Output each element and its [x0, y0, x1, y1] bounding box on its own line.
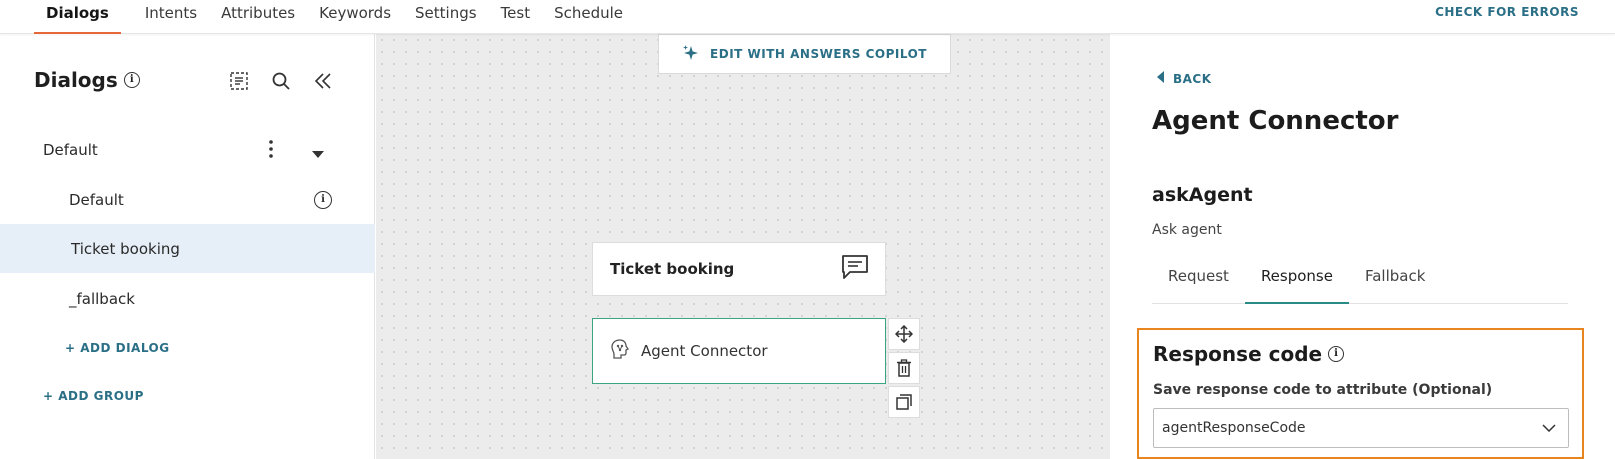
sidebar-item-ticket-booking[interactable]: Ticket booking: [0, 224, 375, 273]
node-name: askAgent: [1152, 184, 1253, 206]
trash-icon[interactable]: [888, 352, 920, 384]
info-icon[interactable]: i: [1328, 346, 1345, 362]
add-dialog-button[interactable]: + ADD DIALOG: [65, 341, 170, 355]
outline-icon[interactable]: [228, 70, 250, 92]
node-title: Agent Connector: [641, 342, 768, 360]
node-title: Ticket booking: [610, 260, 735, 278]
response-code-title: Response code i: [1153, 342, 1345, 366]
tab-attributes[interactable]: Attributes: [221, 0, 295, 34]
duplicate-icon[interactable]: [888, 386, 920, 418]
copilot-button-label: EDIT WITH ANSWERS COPILOT: [710, 47, 927, 61]
tab-test[interactable]: Test: [501, 0, 531, 34]
chevron-down-icon: [1542, 420, 1556, 436]
tab-settings[interactable]: Settings: [415, 0, 477, 34]
caret-left-icon: [1157, 71, 1165, 86]
sidebar-title-text: Dialogs: [34, 68, 118, 92]
move-icon[interactable]: [888, 318, 920, 350]
tab-dialogs[interactable]: Dialogs: [34, 0, 121, 34]
dialog-group-default[interactable]: Default: [0, 125, 375, 174]
nav-tabs: Dialogs Intents Attributes Keywords Sett…: [34, 0, 647, 34]
response-code-label: Save response code to attribute (Optiona…: [1153, 382, 1493, 398]
node-agent-connector[interactable]: Agent Connector: [592, 318, 886, 384]
sidebar-toolbar: [228, 70, 334, 92]
sidebar-item-fallback[interactable]: _fallback: [0, 274, 375, 323]
collapse-icon[interactable]: [312, 70, 334, 92]
sidebar-item-label: Default: [69, 190, 124, 209]
node-description: Ask agent: [1152, 222, 1222, 238]
node-toolbar: [888, 318, 920, 418]
add-group-button[interactable]: + ADD GROUP: [43, 389, 144, 403]
select-value: agentResponseCode: [1162, 420, 1306, 436]
node-ticket-booking[interactable]: Ticket booking: [592, 242, 886, 296]
panel-tabs: Request Response Fallback: [1152, 262, 1568, 304]
dialogs-sidebar: Dialogs i Default Default i Ticket booki…: [0, 34, 375, 459]
sidebar-item-label: _fallback: [69, 289, 135, 308]
edit-with-copilot-button[interactable]: EDIT WITH ANSWERS COPILOT: [658, 34, 951, 74]
sidebar-title: Dialogs i: [34, 68, 140, 92]
search-icon[interactable]: [270, 70, 292, 92]
top-nav: Dialogs Intents Attributes Keywords Sett…: [0, 0, 1615, 34]
tab-keywords[interactable]: Keywords: [319, 0, 391, 34]
sidebar-item-default[interactable]: Default i: [0, 175, 375, 224]
back-label: BACK: [1173, 71, 1212, 86]
tab-intents[interactable]: Intents: [145, 0, 197, 34]
sparkle-icon: [682, 44, 700, 65]
tab-schedule[interactable]: Schedule: [554, 0, 623, 34]
check-for-errors-button[interactable]: CHECK FOR ERRORS: [1435, 5, 1579, 19]
response-code-section: Response code i Save response code to at…: [1137, 328, 1584, 459]
agent-connector-icon: [609, 338, 631, 364]
info-icon[interactable]: i: [314, 190, 332, 209]
more-vert-icon[interactable]: [268, 139, 274, 163]
caret-down-icon[interactable]: [312, 145, 324, 163]
tab-request[interactable]: Request: [1152, 262, 1245, 304]
tab-response[interactable]: Response: [1244, 262, 1349, 304]
info-icon[interactable]: i: [123, 72, 140, 88]
sidebar-item-label: Ticket booking: [71, 239, 180, 258]
tab-fallback[interactable]: Fallback: [1349, 262, 1441, 304]
back-button[interactable]: BACK: [1157, 71, 1212, 86]
group-label: Default: [43, 140, 98, 159]
flow-canvas[interactable]: EDIT WITH ANSWERS COPILOT Ticket booking…: [376, 34, 1110, 459]
node-properties-panel: BACK Agent Connector askAgent Ask agent …: [1110, 34, 1615, 459]
chat-bubble-icon: [841, 254, 869, 284]
response-code-title-text: Response code: [1153, 342, 1323, 366]
panel-title: Agent Connector: [1152, 106, 1399, 136]
response-code-attribute-select[interactable]: agentResponseCode: [1153, 408, 1569, 448]
